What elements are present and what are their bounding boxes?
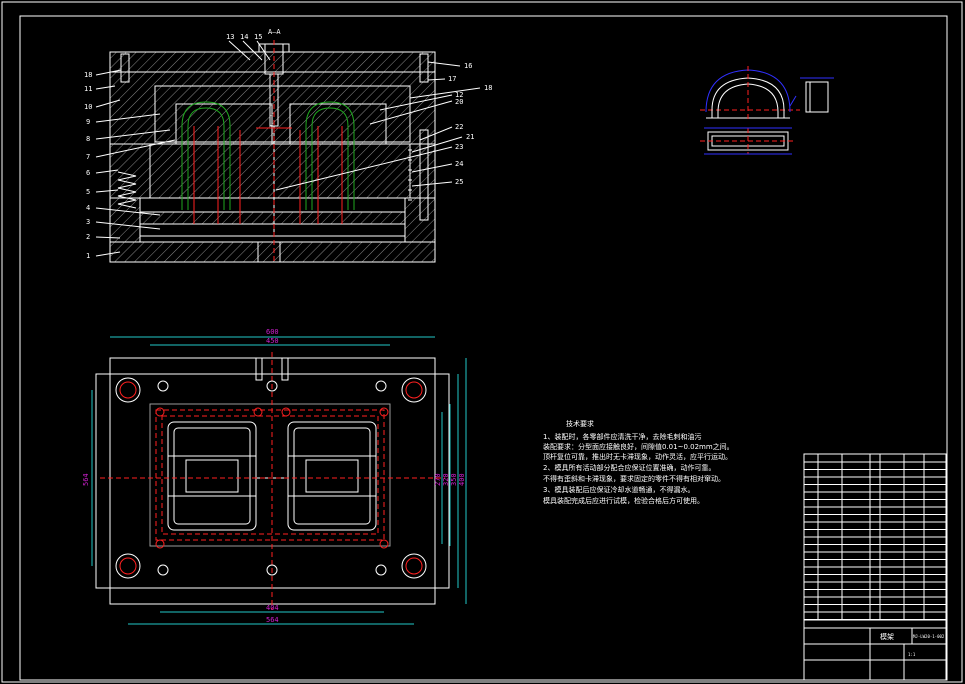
section-view: A—A — [95, 28, 481, 263]
note-line: 1、装配时，各零部件应清洗干净，去除毛刺和油污 — [543, 432, 701, 441]
dim-bottom-inner: 404 — [266, 604, 279, 612]
part-label: 2 — [86, 233, 90, 241]
title-block-scale: 1:1 — [908, 652, 916, 657]
part-label: 21 — [466, 133, 474, 141]
part-label: 22 — [455, 123, 463, 131]
dim-right-1: 270 — [434, 473, 442, 486]
part-label: 4 — [86, 204, 90, 212]
title-block-drawing-no: MJ-LW20-1-002 — [913, 634, 945, 639]
part-label: 18 — [484, 84, 492, 92]
note-line: 3、模具装配后应保证冷却水道畅通，不得漏水。 — [543, 485, 694, 494]
part-label: 15 — [254, 33, 262, 41]
part-label: 24 — [455, 160, 463, 168]
part-label: 13 — [226, 33, 234, 41]
title-block: 模架 MJ-LW20-1-002 1:1 — [803, 453, 947, 681]
plan-view: 600 450 404 564 564 270 320 350 400 — [82, 328, 467, 625]
part-label: 18 — [84, 71, 92, 79]
part-detail-view — [700, 66, 834, 155]
dim-top-inner: 450 — [266, 337, 279, 345]
dim-right-4: 400 — [458, 473, 466, 486]
title-block-title: 模架 — [880, 632, 894, 641]
part-label: 25 — [455, 178, 463, 186]
dim-top-outer: 600 — [266, 328, 279, 336]
part-label: 3 — [86, 218, 90, 226]
dim-left-height: 564 — [82, 473, 90, 486]
part-label: 11 — [84, 85, 92, 93]
part-label: 1 — [86, 252, 90, 260]
part-label: 9 — [86, 118, 90, 126]
dim-right-3: 350 — [450, 473, 458, 486]
note-line: 装配要求：分型面应接触良好，间隙值0.01~0.02mm之间。 — [543, 442, 734, 451]
part-label: 23 — [455, 143, 463, 151]
note-line: 顶杆复位可靠，推出时无卡滞现象，动作灵活，应平行运动。 — [543, 452, 732, 461]
part-label: 20 — [455, 98, 463, 106]
note-line: 不得有歪斜和卡滞现象，要求固定的零件不得有相对窜动。 — [543, 474, 725, 483]
dim-right-2: 320 — [442, 473, 450, 486]
part-label: 10 — [84, 103, 92, 111]
cad-drawing: A—A 18 11 10 9 8 7 6 5 4 3 2 1 13 14 15 … — [1, 1, 963, 683]
part-label: 8 — [86, 135, 90, 143]
part-label: 17 — [448, 75, 456, 83]
technical-notes: 技术要求 1、装配时，各零部件应清洗干净，去除毛刺和油污 装配要求：分型面应接触… — [543, 419, 734, 505]
section-label: A—A — [268, 28, 281, 36]
part-label: 14 — [240, 33, 248, 41]
part-label: 5 — [86, 188, 90, 196]
notes-title: 技术要求 — [566, 419, 594, 428]
part-label: 6 — [86, 169, 90, 177]
note-line: 模具装配完成后应进行试模，检验合格后方可使用。 — [543, 496, 704, 505]
note-line: 2、模具所有活动部分配合应保证位置准确，动作可靠。 — [543, 463, 715, 472]
part-label: 7 — [86, 153, 90, 161]
dim-bottom-outer: 564 — [266, 616, 279, 624]
part-label: 16 — [464, 62, 472, 70]
